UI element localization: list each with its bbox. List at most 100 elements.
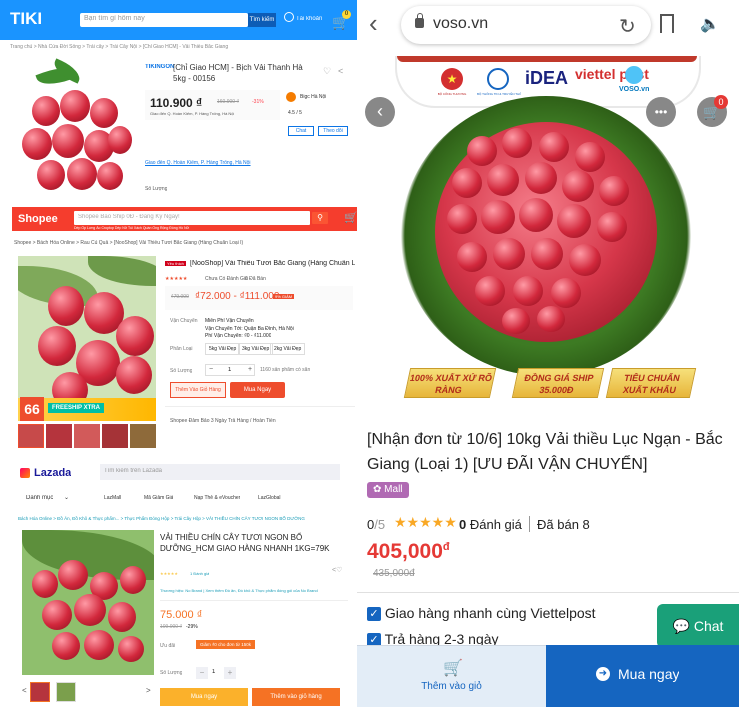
- shopee-nav-links[interactable]: Dép Ốp Lưng Áo Croptop Dép Nữ Túi Xách Q…: [74, 226, 189, 230]
- lazada-logo[interactable]: Lazada: [34, 467, 71, 479]
- thumbnail[interactable]: [30, 682, 50, 702]
- add-to-cart-button[interactable]: 🛒 Thêm vào giỏ: [357, 645, 546, 707]
- cart-icon[interactable]: 🛒: [344, 211, 357, 224]
- divider: [165, 406, 355, 407]
- lazada-qty-value[interactable]: 1: [212, 669, 215, 675]
- lock-shackle: [416, 13, 423, 20]
- voso-product-image[interactable]: ★ BỘ CÔNG THƯƠNG BỘ THÔNG TIN & TRUYỀN T…: [357, 56, 739, 408]
- lazada-add-cart-button[interactable]: Thêm vào giỏ hàng: [252, 688, 340, 706]
- address-bar[interactable]: voso.vn: [401, 6, 651, 44]
- url-text[interactable]: voso.vn: [433, 15, 488, 33]
- thumbnail[interactable]: [18, 424, 44, 448]
- thumbnail[interactable]: [46, 424, 72, 448]
- tiki-product-image[interactable]: [12, 56, 137, 204]
- tiki-account[interactable]: Tài khoản: [296, 16, 322, 22]
- lazada-breadcrumb[interactable]: Bách Hóa Online > Đồ Ăn, Đồ Khô & Thực p…: [18, 516, 356, 521]
- heart-icon[interactable]: ♡: [323, 66, 331, 77]
- lazada-qty-label: Số Lượng: [160, 670, 183, 676]
- voso-price: 405,000đ: [367, 540, 450, 563]
- tiki-location-link[interactable]: Giao đến Q. Hoàn Kiếm, P. Hàng Trống, Hà…: [145, 160, 251, 166]
- lazada-buy-now-button[interactable]: Mua ngay: [160, 688, 248, 706]
- search-icon[interactable]: ⚲: [312, 212, 328, 224]
- shopee-shipping-to[interactable]: Vận Chuyển Tới: Quận Ba Đình, Hà Nội: [205, 326, 294, 332]
- user-icon[interactable]: [284, 12, 294, 22]
- lazada-brand-line[interactable]: Thương hiệu: No Brand | Xem thêm Đồ ăn, …: [160, 588, 350, 593]
- tiki-search-input[interactable]: Bạn tìm gì hôm nay: [80, 13, 248, 27]
- rating-stars: ★★★★★: [394, 514, 457, 530]
- back-icon[interactable]: ‹: [369, 10, 378, 36]
- shopee-guarantee: Shopee Đảm Bảo 3 Ngày Trả Hàng / Hoàn Ti…: [170, 418, 276, 424]
- checkbox-icon: ✓: [367, 607, 381, 622]
- voso-product-title: [Nhận đơn từ 10/6] 10kg Vải thiều Lục Ng…: [367, 431, 723, 473]
- shopee-buy-now-button[interactable]: Mua Ngay: [230, 382, 285, 398]
- prev-icon[interactable]: ‹: [365, 97, 395, 127]
- lazada-discount: -29%: [186, 624, 198, 630]
- shopee-logo[interactable]: Shopee: [18, 213, 58, 225]
- shopee-discount-tag: 9% GIẢM: [273, 294, 295, 299]
- lazada-rating-text[interactable]: 1 Đánh giá: [190, 571, 209, 576]
- shopee-search-input[interactable]: Shopee Bao Ship 0Đ - Đăng Ký Ngay!: [74, 211, 310, 225]
- quantity-stepper[interactable]: − 1 +: [205, 364, 255, 376]
- chat-button[interactable]: 💬 Chat: [657, 604, 739, 648]
- tiki-seller[interactable]: Bigc Hà Nội: [300, 94, 326, 100]
- bookmark-icon[interactable]: [660, 14, 674, 33]
- mall-badge: ✿ Mall: [367, 482, 409, 498]
- lazada-nav-global[interactable]: LazGlobal: [258, 495, 281, 501]
- divider: [529, 516, 530, 532]
- buy-now-button[interactable]: ➜ Mua ngay: [546, 645, 739, 707]
- thumbnail[interactable]: [102, 424, 128, 448]
- thumbnail[interactable]: [56, 682, 76, 702]
- voice-icon[interactable]: 🔈: [700, 14, 720, 34]
- voso-mobile-page: ‹ voso.vn ↻ 🔈 ★ BỘ CÔNG THƯƠNG BỘ THÔNG …: [357, 0, 739, 707]
- tiki-search-button[interactable]: Tìm kiếm: [248, 13, 276, 27]
- shopee-thumbnails: [18, 424, 158, 448]
- arrow-right-icon: ➜: [596, 667, 610, 681]
- shopee-product-image[interactable]: 66 FREESHIP XTRA: [18, 256, 156, 421]
- shopee-header: Shopee Shopee Bao Ship 0Đ - Đăng Ký Ngay…: [12, 207, 357, 231]
- thumbnail[interactable]: [74, 424, 100, 448]
- lazada-promo-voucher[interactable]: Giảm ₫0 cho đơn từ 150k: [196, 640, 256, 649]
- shopee-shipping-value: Miễn Phí Vận Chuyển: [205, 318, 254, 324]
- tiki-follow-button[interactable]: Theo dõi: [318, 126, 348, 136]
- chevron-down-icon[interactable]: ⌄: [64, 494, 69, 501]
- tiki-quantity-label: Số Lượng: [145, 186, 168, 192]
- voso-globe-icon: [625, 66, 643, 84]
- voso-rating: 0/5: [367, 517, 386, 532]
- voso-feature-shipping: ✓ Giao hàng nhanh cùng Viettelpost: [367, 605, 596, 622]
- tiki-shipping-line: Giao đến Q. Hoàn Kiếm, P. Hàng Trống, Hà…: [150, 111, 235, 116]
- lazada-categories[interactable]: Danh mục: [26, 495, 53, 501]
- minus-icon[interactable]: −: [209, 366, 213, 373]
- minus-icon[interactable]: −: [196, 667, 208, 679]
- shopee-add-cart-button[interactable]: Thêm Vào Giỏ Hàng: [170, 382, 226, 398]
- tiki-price-box: 110.900 ₫ 160.900 ₫ -31% Giao đến Q. Hoà…: [145, 90, 280, 120]
- lazada-old-price: 109.000 ₫: [160, 624, 183, 630]
- plus-icon[interactable]: +: [224, 667, 236, 679]
- variant-option[interactable]: 3kg Vải Đẹp: [238, 343, 274, 355]
- variant-option[interactable]: 5kg Vải Đẹp: [205, 343, 241, 355]
- tiki-price: 110.900 ₫: [150, 96, 203, 110]
- chevron-left-icon[interactable]: <: [22, 686, 27, 695]
- variant-option[interactable]: 2kg Vải Đẹp: [270, 343, 306, 355]
- cart-add-icon: 🛒: [443, 660, 463, 677]
- lazada-nav-topup[interactable]: Nạp Thẻ & eVoucher: [194, 495, 240, 501]
- lazada-product-image[interactable]: [22, 530, 154, 675]
- lazada-search-input[interactable]: Tìm kiếm trên Lazada: [100, 464, 340, 480]
- share-icon[interactable]: <: [338, 66, 343, 76]
- shopee-fav-tag: Yêu thích: [165, 261, 186, 266]
- tiki-rating: 4.5 / 5: [288, 110, 302, 116]
- refresh-icon[interactable]: ↻: [619, 14, 636, 39]
- tiki-logo[interactable]: TIKI: [10, 9, 42, 29]
- seller-avatar: [286, 92, 296, 102]
- tiki-discount: -31%: [252, 99, 264, 105]
- tiki-chat-button[interactable]: Chat: [288, 126, 314, 136]
- tiki-product-title: [Chỉ Giao HCM] - Bịch Vải Thanh Hà 5kg -…: [173, 63, 303, 83]
- more-icon[interactable]: •••: [646, 97, 676, 127]
- share-icon[interactable]: <♡: [332, 566, 342, 574]
- chevron-right-icon[interactable]: >: [146, 686, 151, 695]
- lazada-nav-lazmall[interactable]: LazMall: [104, 495, 121, 501]
- tiki-cart-count: 0: [342, 10, 351, 19]
- lazada-nav-voucher[interactable]: Mã Giảm Giá: [144, 495, 173, 501]
- ministry-emblem-icon: ★: [441, 68, 463, 90]
- thumbnail[interactable]: [130, 424, 156, 448]
- plus-icon[interactable]: +: [248, 366, 252, 373]
